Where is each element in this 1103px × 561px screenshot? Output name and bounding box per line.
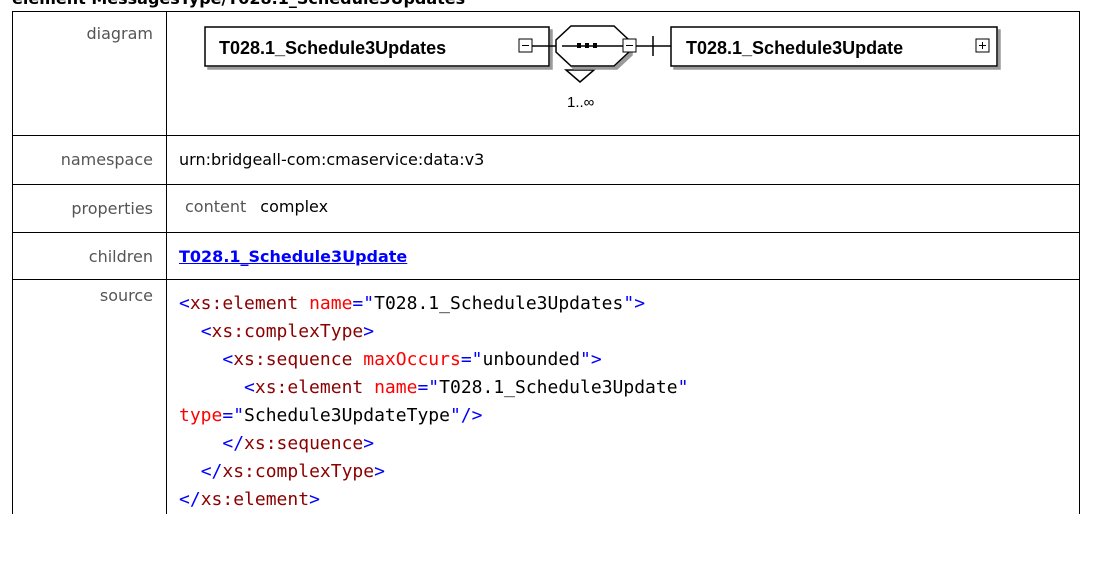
compositor-minus-icon[interactable] [622,38,637,53]
property-value: complex [260,197,329,216]
child-element-name: T028.1_Schedule3Update [686,38,903,58]
parent-element-name: T028.1_Schedule3Updates [219,38,446,58]
source-code: <xs:element name="T028.1_Schedule3Update… [179,280,1079,514]
source-line-6: </xs:sequence> [222,433,375,454]
namespace-value: urn:bridgeall-com:cmaservice:data:v3 [166,135,1080,185]
schema-doc-page: element MessagesType/T028.1_Schedule3Upd… [0,0,1103,561]
namespace-label: namespace [12,135,167,185]
parent-element-node[interactable]: T028.1_Schedule3Updates [204,26,550,67]
properties-row: properties content complex [12,184,1080,233]
diagram-label: diagram [12,11,167,136]
source-label: source [12,279,167,514]
child-element-node[interactable]: T028.1_Schedule3Update [653,26,998,67]
occurrence-label: 1..∞ [567,94,595,111]
properties-label: properties [12,184,167,233]
children-row: children T028.1_Schedule3Update [12,232,1080,280]
diagram-cell: T028.1_Schedule3Updates 1..∞ T028.1_Sche… [166,11,1080,136]
schema-diagram: T028.1_Schedule3Updates 1..∞ T028.1_Sche… [204,25,998,111]
source-line-4: <xs:element name="T028.1_Schedule3Update… [244,377,689,398]
source-line-7: </xs:complexType> [200,461,385,482]
children-label: children [12,232,167,280]
source-line-8: </xs:element> [179,489,320,510]
source-row: source <xs:element name="T028.1_Schedule… [12,279,1080,514]
property-key: content [185,197,247,216]
source-line-3: <xs:sequence maxOccurs="unbounded"> [222,349,602,370]
namespace-row: namespace urn:bridgeall-com:cmaservice:d… [12,135,1080,185]
diagram-row: diagram T028.1_Schedule3Updates 1..∞ T02… [12,11,1080,136]
properties-cell: content complex [166,184,1080,233]
children-cell: T028.1_Schedule3Update [166,232,1080,280]
source-cell: <xs:element name="T028.1_Schedule3Update… [166,279,1080,514]
expand-plus-icon[interactable] [975,38,990,53]
source-line-2: <xs:complexType> [200,321,375,342]
sequence-compositor[interactable] [555,25,630,83]
element-heading: element MessagesType/T028.1_Schedule3Upd… [12,0,465,9]
source-line-1: <xs:element name="T028.1_Schedule3Update… [179,293,646,314]
collapse-minus-icon[interactable] [518,38,533,53]
element-detail-table: diagram T028.1_Schedule3Updates 1..∞ T02… [12,11,1080,514]
source-line-5: type="Schedule3UpdateType"/> [179,405,483,426]
child-element-link[interactable]: T028.1_Schedule3Update [179,247,407,266]
